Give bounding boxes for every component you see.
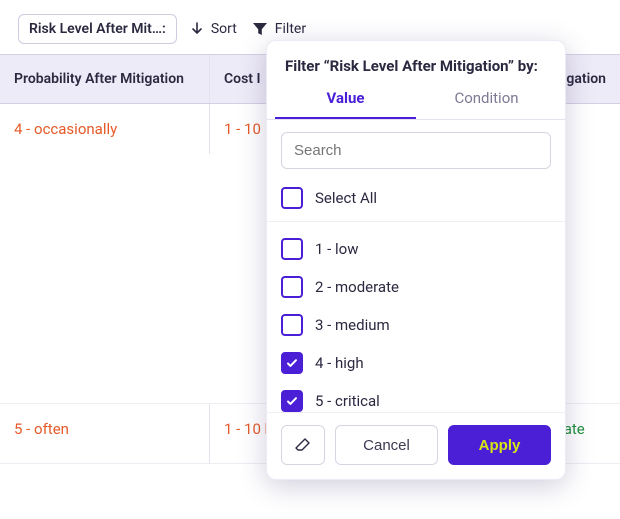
filter-tabs: Value Condition <box>267 79 565 120</box>
search-wrap <box>267 120 565 175</box>
option-label: 4 - high <box>315 354 364 372</box>
option-label: Select All <box>315 189 377 207</box>
option-label: 5 - critical <box>315 392 380 410</box>
option-row[interactable]: 2 - moderate <box>281 268 551 306</box>
cell-probability[interactable]: 5 - often <box>0 404 210 463</box>
filter-icon <box>251 20 269 38</box>
option-select-all[interactable]: Select All <box>281 179 551 217</box>
popover-actions: Cancel Apply <box>267 412 565 479</box>
chip-label: Risk Level After Mit…: <box>29 21 166 37</box>
popover-title: Filter “Risk Level After Mitigation” by: <box>267 41 565 79</box>
filter-popover: Filter “Risk Level After Mitigation” by:… <box>266 40 566 480</box>
checkbox[interactable] <box>281 390 303 412</box>
option-label: 3 - medium <box>315 316 390 334</box>
filter-button[interactable]: Filter <box>249 16 308 42</box>
checkbox[interactable] <box>281 314 303 336</box>
option-row[interactable]: 5 - critical <box>281 382 551 412</box>
th-probability[interactable]: Probability After Mitigation <box>0 55 210 103</box>
sort-label: Sort <box>211 21 237 37</box>
active-field-chip[interactable]: Risk Level After Mit…: <box>18 14 177 44</box>
search-input[interactable] <box>281 132 551 169</box>
option-label: 2 - moderate <box>315 278 399 296</box>
option-label: 1 - low <box>315 240 359 258</box>
option-row[interactable]: 3 - medium <box>281 306 551 344</box>
cell-probability[interactable]: 4 - occasionally <box>0 104 210 154</box>
checkbox[interactable] <box>281 187 303 209</box>
checkbox[interactable] <box>281 238 303 260</box>
apply-button[interactable]: Apply <box>448 425 551 465</box>
options-list: 1 - low 2 - moderate 3 - medium 4 - high 5 -… <box>267 222 565 412</box>
cancel-button[interactable]: Cancel <box>335 425 438 465</box>
option-row[interactable]: 4 - high <box>281 344 551 382</box>
sort-button[interactable]: Sort <box>187 17 239 41</box>
option-row[interactable]: 1 - low <box>281 230 551 268</box>
eraser-icon <box>294 436 312 454</box>
checkbox[interactable] <box>281 352 303 374</box>
checkbox[interactable] <box>281 276 303 298</box>
select-all-row: Select All <box>267 175 565 222</box>
tab-condition[interactable]: Condition <box>416 79 557 119</box>
clear-button[interactable] <box>281 425 325 465</box>
arrow-down-icon <box>189 21 205 37</box>
tab-value[interactable]: Value <box>275 79 416 119</box>
filter-label: Filter <box>275 21 306 37</box>
